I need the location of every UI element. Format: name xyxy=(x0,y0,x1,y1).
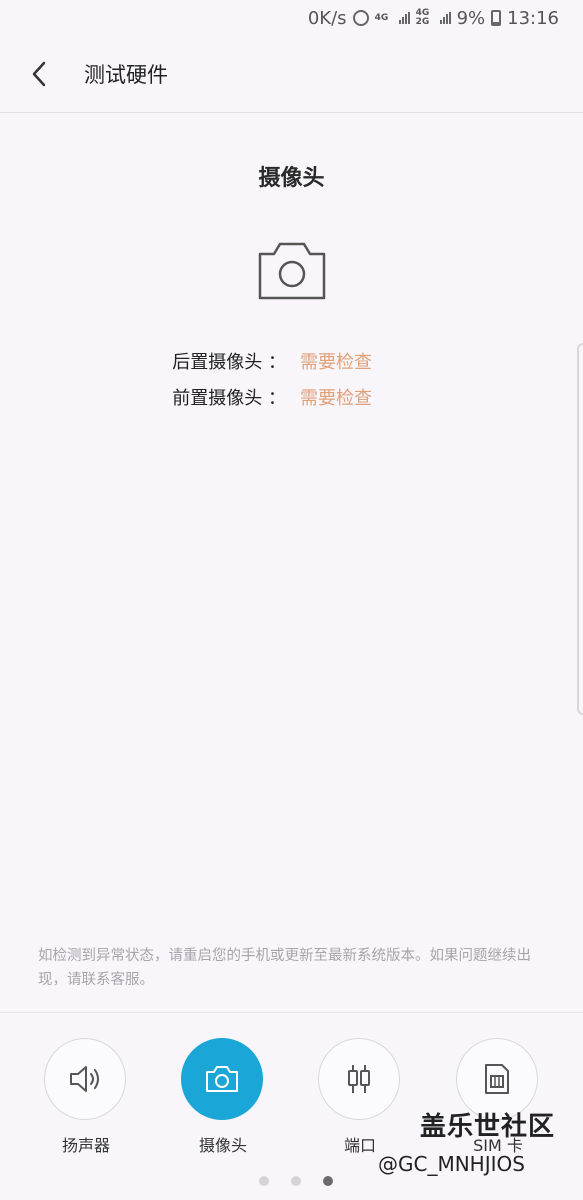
page-dot-1 xyxy=(259,1176,269,1186)
front-camera-status: 需要检查 xyxy=(300,388,372,409)
status-bar: 0K/s 4G 4G 2G 9% 13:16 xyxy=(0,0,583,36)
signal-icon-2 xyxy=(439,12,451,24)
edge-panel-handle[interactable] xyxy=(577,343,583,715)
page-dot-3 xyxy=(323,1176,333,1186)
tab-port[interactable]: 端口 xyxy=(318,1038,402,1156)
rear-camera-label: 后置摄像头 ： xyxy=(172,352,286,373)
battery-icon xyxy=(491,10,502,26)
signal-icon xyxy=(398,12,410,24)
tab-speaker[interactable]: 扬声器 xyxy=(44,1038,128,1156)
tab-port-circle[interactable] xyxy=(318,1038,400,1120)
sim-card-icon xyxy=(485,1064,509,1094)
tab-camera[interactable]: 摄像头 xyxy=(181,1038,265,1156)
page-title: 测试硬件 xyxy=(84,63,168,87)
battery-percent: 9% xyxy=(456,7,486,29)
network-type-1: 4G xyxy=(374,12,389,23)
port-icon xyxy=(348,1065,370,1093)
help-note: 如检测到异常状态，请重启您的手机或更新至最新系统版本。如果问题继续出现，请联系客… xyxy=(38,948,531,988)
rear-camera-row: 后置摄像头 ： 需要检查 xyxy=(0,348,583,374)
page-dot-2 xyxy=(291,1176,301,1186)
app-bar: 测试硬件 xyxy=(0,36,583,113)
network-type-2: 4G 2G xyxy=(415,8,430,27)
tab-camera-circle[interactable] xyxy=(181,1038,263,1120)
clock: 13:16 xyxy=(507,7,559,29)
watermark-title: 盖乐世社区 xyxy=(420,1112,556,1142)
section-title: 摄像头 xyxy=(258,166,325,191)
camera-icon xyxy=(258,242,326,300)
alarm-icon xyxy=(352,10,369,26)
page-indicator xyxy=(259,1176,333,1186)
front-camera-label: 前置摄像头 ： xyxy=(172,388,286,409)
camera-icon xyxy=(206,1066,238,1092)
watermark-handle: @GC_MNHJIOS xyxy=(378,1152,525,1176)
back-arrow-icon xyxy=(32,61,46,87)
tab-speaker-label: 扬声器 xyxy=(61,1136,110,1155)
front-camera-row: 前置摄像头 ： 需要检查 xyxy=(0,384,583,410)
tab-camera-label: 摄像头 xyxy=(198,1136,247,1155)
rear-camera-status: 需要检查 xyxy=(300,352,372,373)
tab-speaker-circle[interactable] xyxy=(44,1038,126,1120)
network-speed: 0K/s xyxy=(307,7,347,29)
back-button[interactable] xyxy=(4,36,74,113)
speaker-icon xyxy=(70,1066,99,1092)
